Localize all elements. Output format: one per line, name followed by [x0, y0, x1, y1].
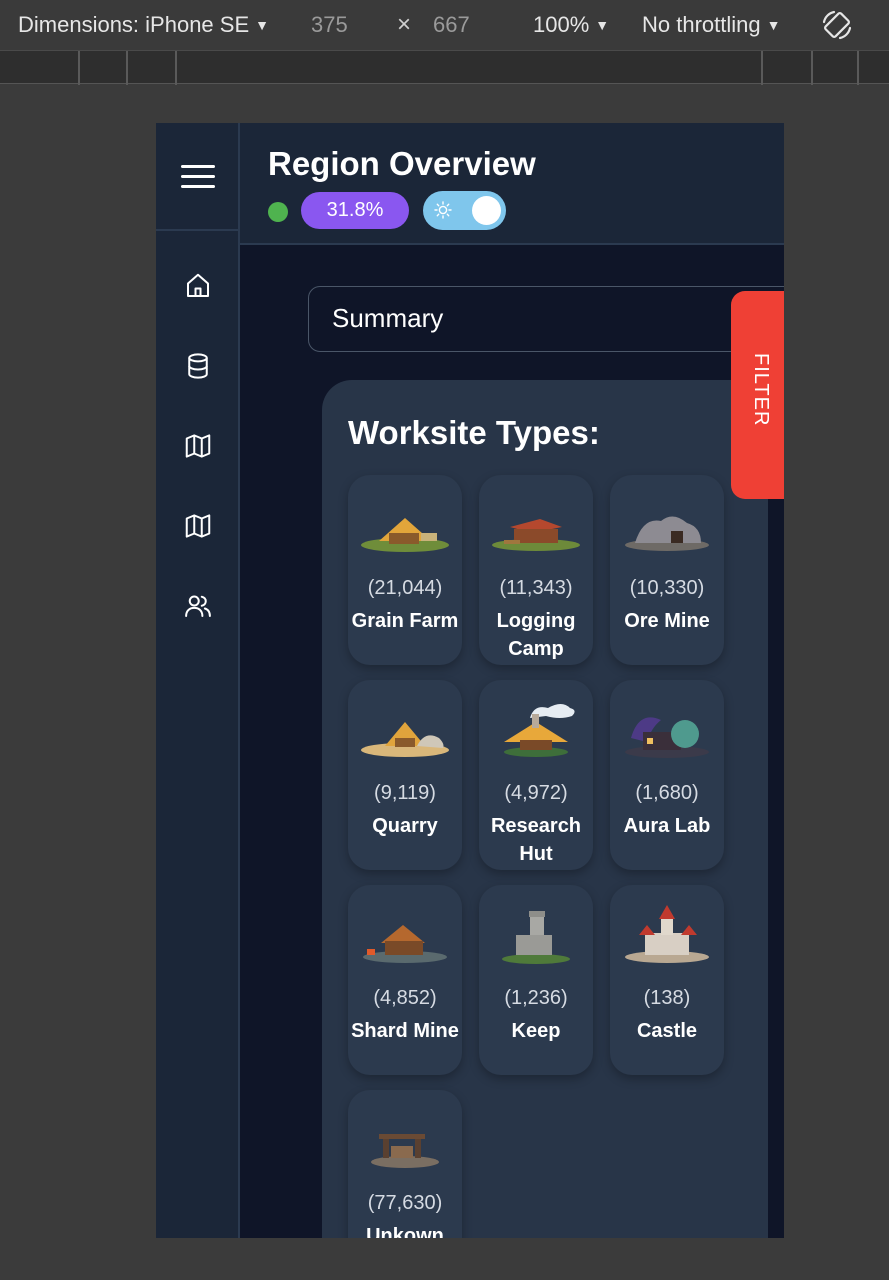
worksite-tile-aura-lab[interactable]: (1,680) Aura Lab — [610, 680, 724, 870]
research-hut-icon — [504, 704, 575, 757]
app-header: Region Overview 31.8% — [240, 123, 784, 245]
grain-farm-icon — [361, 518, 449, 552]
nav-map-2[interactable] — [183, 511, 213, 541]
device-dimensions-dropdown[interactable]: Dimensions: iPhone SE ▼ — [18, 11, 269, 41]
map-icon — [185, 514, 211, 538]
map-icon — [185, 434, 211, 458]
nav-database[interactable] — [183, 351, 213, 381]
view-select[interactable]: Summary — [308, 286, 784, 352]
logging-camp-icon — [492, 519, 580, 551]
database-icon — [188, 353, 208, 379]
card-title: Worksite Types: — [348, 414, 600, 451]
chevron-down-icon: ▼ — [255, 17, 269, 33]
sun-icon — [434, 201, 452, 219]
filter-button[interactable]: FILTER — [731, 291, 784, 499]
tile-count: (10,330) — [629, 577, 705, 599]
tile-label: Aura Lab — [623, 815, 711, 837]
theme-toggle[interactable] — [423, 191, 506, 230]
device-label: Dimensions: iPhone SE — [18, 12, 250, 37]
quarry-icon — [361, 722, 449, 757]
chevron-down-icon: ▼ — [595, 17, 610, 33]
tile-label: Grain Farm — [351, 610, 459, 632]
tile-label: Logging Camp — [496, 610, 576, 660]
nav-map[interactable] — [183, 431, 213, 461]
chevron-down-icon: ▼ — [766, 17, 781, 33]
aura-lab-icon — [625, 717, 709, 758]
tile-label: Shard Mine — [351, 1020, 459, 1042]
worksite-tile-quarry[interactable]: (9,119) Quarry — [348, 680, 462, 870]
tile-count: (9,119) — [374, 782, 436, 804]
tile-count: (1,680) — [635, 782, 699, 804]
worksite-tile-keep[interactable]: (1,236) Keep — [479, 885, 593, 1075]
width-input[interactable]: 375 — [311, 11, 348, 39]
toggle-knob — [472, 196, 501, 225]
worksite-tile-ore-mine[interactable]: (10,330) Ore Mine — [610, 475, 724, 665]
zoom-dropdown[interactable]: 100% ▼ — [533, 11, 609, 41]
worksite-tile-grain-farm[interactable]: (21,044) Grain Farm — [348, 475, 462, 665]
side-nav — [156, 123, 240, 1238]
tile-label: Ore Mine — [624, 610, 710, 632]
zoom-label: 100% — [533, 12, 590, 37]
users-icon — [185, 595, 211, 617]
nav-users[interactable] — [183, 591, 213, 621]
tile-count: (77,630) — [367, 1192, 443, 1214]
tile-label: Castle — [636, 1020, 698, 1042]
worksite-types-card: Worksite Types: (21,044) Grain Farm (11,… — [322, 380, 768, 1238]
tile-count: (4,972) — [504, 782, 568, 804]
tile-count: (1,236) — [504, 987, 568, 1009]
tile-label: Research Hut — [490, 815, 582, 865]
nav-home[interactable] — [183, 271, 213, 301]
home-icon — [187, 273, 209, 297]
unknown-worksite-icon — [371, 1134, 439, 1168]
throttling-label: No throttling — [642, 12, 761, 37]
shard-mine-icon — [363, 925, 447, 963]
menu-button[interactable] — [156, 123, 238, 231]
tile-count: (4,852) — [373, 987, 437, 1009]
tile-label: Unkown — [366, 1225, 444, 1238]
worksite-tile-shard-mine[interactable]: (4,852) Shard Mine — [348, 885, 462, 1075]
ore-mine-icon — [625, 516, 709, 551]
tile-count: (11,343) — [499, 577, 573, 599]
devtools-toolbar: Dimensions: iPhone SE ▼ 375 × 667 100% ▼ N… — [0, 0, 889, 50]
height-input[interactable]: 667 — [433, 11, 470, 39]
status-indicator — [268, 202, 288, 222]
rotate-icon[interactable] — [820, 8, 854, 42]
page-title: Region Overview — [268, 145, 536, 182]
percent-badge: 31.8% — [301, 192, 409, 229]
tile-label: Keep — [511, 1020, 561, 1042]
dimension-separator: × — [397, 11, 412, 38]
castle-icon — [625, 905, 709, 963]
device-viewport: Region Overview 31.8% Summary Worksite T… — [156, 123, 784, 1238]
keep-icon — [502, 911, 570, 964]
hamburger-icon — [181, 165, 215, 189]
tile-count: (138) — [643, 987, 691, 1009]
tile-label: Quarry — [372, 815, 438, 837]
worksite-tile-castle[interactable]: (138) Castle — [610, 885, 724, 1075]
worksite-tile-research-hut[interactable]: (4,972) Research Hut — [479, 680, 593, 870]
media-query-ruler — [0, 50, 889, 85]
throttling-dropdown[interactable]: No throttling ▼ — [642, 11, 780, 41]
worksite-tile-logging-camp[interactable]: (11,343) Logging Camp — [479, 475, 593, 665]
filter-label: FILTER — [750, 353, 772, 427]
tile-count: (21,044) — [367, 577, 443, 599]
worksite-tile-unknown[interactable]: (77,630) Unkown — [348, 1090, 462, 1238]
